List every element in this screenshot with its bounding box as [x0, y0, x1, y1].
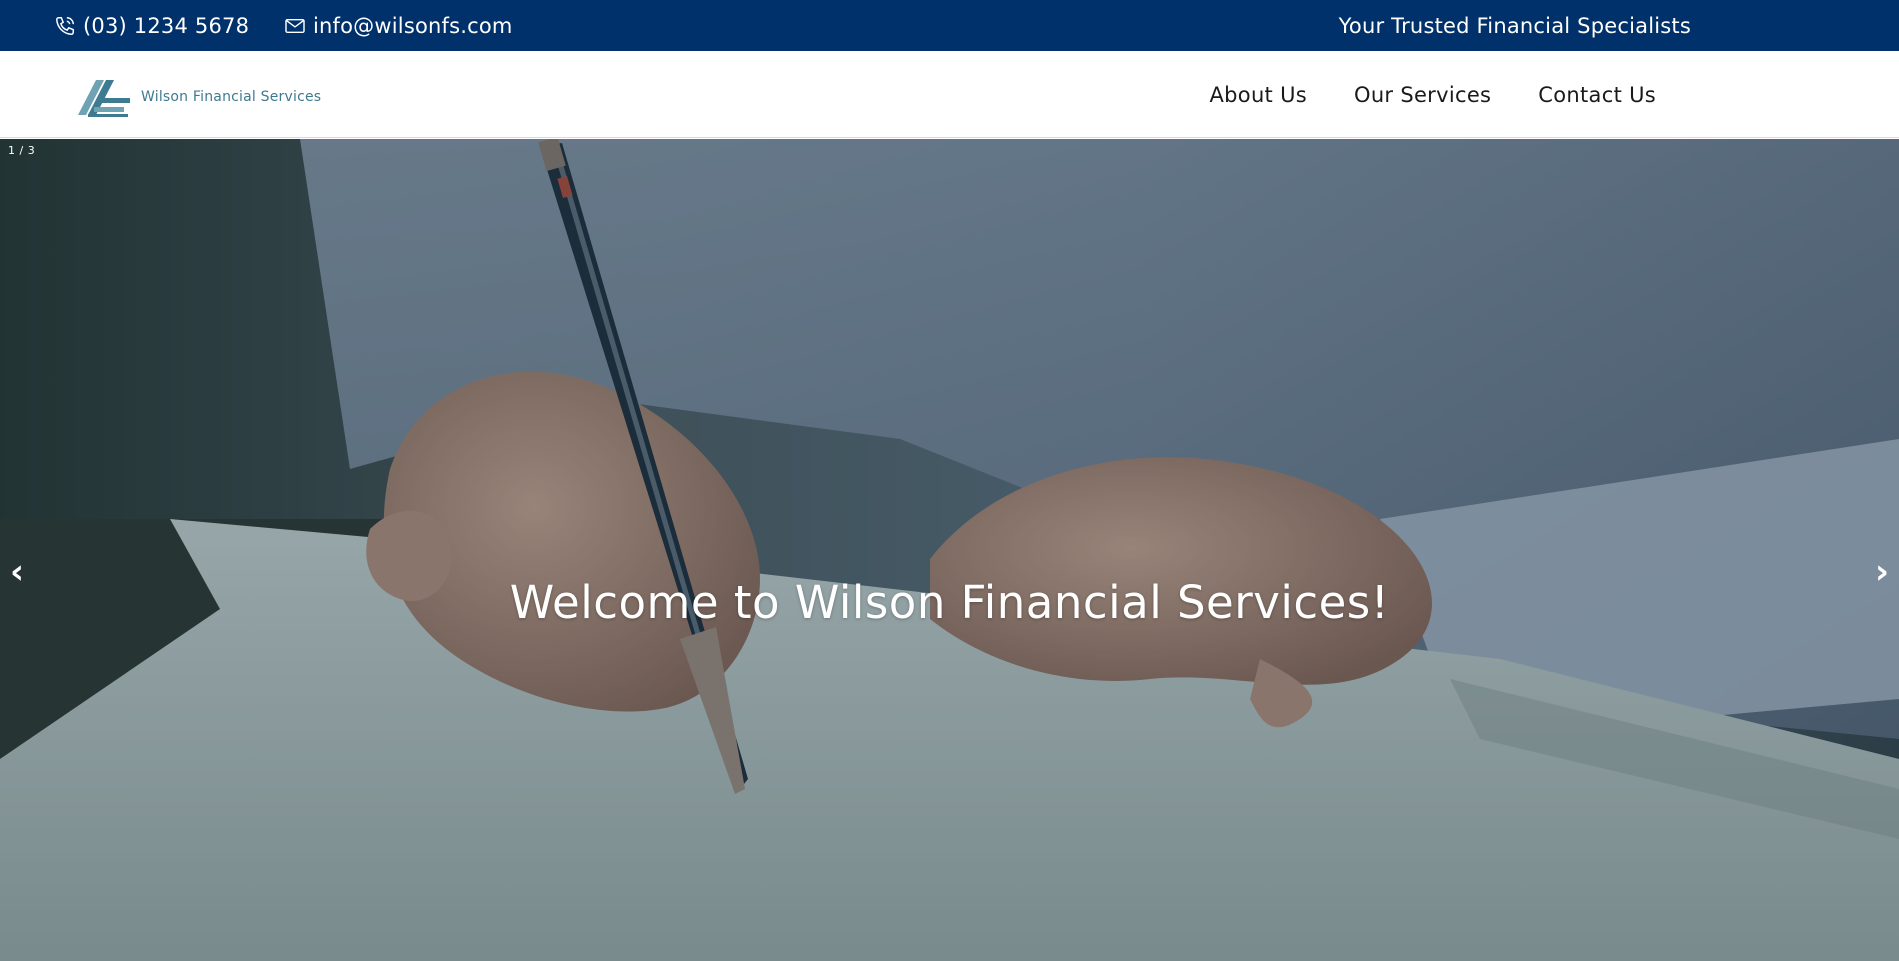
- hero-overlay: [0, 139, 1899, 961]
- top-contact-bar: (03) 1234 5678 info@wilsonfs.com Your Tr…: [0, 0, 1899, 51]
- main-nav: About Us Our Services Contact Us: [1210, 51, 1657, 138]
- nav-contact-us[interactable]: Contact Us: [1538, 83, 1656, 107]
- slide-counter: 1 / 3: [8, 144, 36, 157]
- hero-title: Welcome to Wilson Financial Services!: [509, 576, 1390, 629]
- nav-about-us[interactable]: About Us: [1210, 83, 1307, 107]
- email-contact[interactable]: info@wilsonfs.com: [284, 0, 513, 51]
- envelope-icon: [285, 18, 305, 33]
- nav-our-services[interactable]: Our Services: [1354, 83, 1491, 107]
- email-address[interactable]: info@wilsonfs.com: [313, 14, 513, 38]
- phone-icon: [56, 16, 74, 35]
- triangle-stripes-logo: [78, 80, 130, 117]
- logo-text: Wilson Financial Services: [141, 89, 322, 105]
- phone-contact[interactable]: (03) 1234 5678: [54, 0, 249, 51]
- phone-number[interactable]: (03) 1234 5678: [83, 14, 249, 38]
- tagline: Your Trusted Financial Specialists: [1338, 13, 1691, 38]
- hero-slider: 1 / 3 ‹ › Welcome to Wilson Financial Se…: [0, 139, 1899, 961]
- site-header: Wilson Financial Services About Us Our S…: [0, 51, 1899, 138]
- site-logo[interactable]: Wilson Financial Services: [78, 76, 321, 118]
